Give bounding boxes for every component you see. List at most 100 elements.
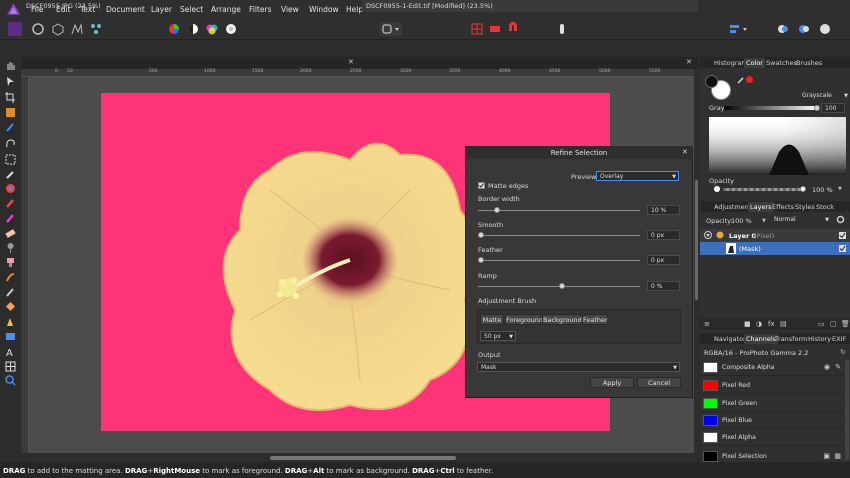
matte-edges-checkbox[interactable]: [478, 182, 485, 189]
sharpen-tool-icon[interactable]: [5, 301, 16, 312]
tab-close-icon[interactable]: ✕: [348, 58, 354, 66]
foreground-button[interactable]: Foreground: [505, 314, 543, 325]
tab-color[interactable]: Color: [744, 58, 765, 68]
delete-layer-icon[interactable]: 🗑: [841, 320, 850, 328]
gray-slider[interactable]: [724, 106, 818, 110]
add-adjustment-icon[interactable]: ◑: [756, 320, 762, 328]
layer-visibility-checkbox[interactable]: [839, 232, 846, 239]
add-mask-icon[interactable]: ■: [744, 320, 751, 328]
smooth-slider-knob[interactable]: [478, 232, 484, 238]
ramp-slider-knob[interactable]: [559, 283, 565, 289]
align-dropdown-icon[interactable]: [728, 22, 750, 36]
opacity-slider[interactable]: [723, 188, 805, 191]
feather-slider[interactable]: [478, 260, 640, 261]
blemish-removal-tool-icon[interactable]: [5, 272, 16, 283]
layer-opacity-value[interactable]: 100 %: [731, 217, 752, 225]
vertical-scroll-thumb[interactable]: [695, 180, 698, 300]
eye-icon[interactable]: ◉: [824, 363, 830, 371]
arrange-front-icon[interactable]: [797, 22, 811, 36]
add-fx-icon[interactable]: fx: [768, 320, 775, 328]
pen-tool-icon[interactable]: [5, 316, 16, 327]
tab-dscf0955-jpg[interactable]: DSCF0955.JPG (23.5%): [21, 0, 362, 12]
opacity-slider-knob[interactable]: [800, 186, 806, 192]
secondary-color-swatch[interactable]: [705, 75, 718, 88]
horizontal-scroll-thumb[interactable]: [270, 456, 456, 460]
tab-dscf0955-edit-tif[interactable]: DSCF0955-1-Edit.tif [Modified] (23.5%): [362, 0, 698, 12]
channels-scrollbar[interactable]: [845, 360, 849, 460]
add-pixel-layer-icon[interactable]: ▢: [830, 320, 837, 328]
tab-exif[interactable]: EXIF: [830, 334, 848, 344]
channel-row[interactable]: Pixel Blue: [700, 412, 844, 429]
gray-value[interactable]: 100: [821, 103, 845, 113]
guides-toggle-icon[interactable]: [488, 22, 502, 36]
channel-row[interactable]: Pixel Red: [700, 377, 844, 394]
output-select[interactable]: Mask ▼: [477, 362, 680, 372]
flood-select-tool-icon[interactable]: [5, 122, 16, 133]
channel-row[interactable]: Pixel Alpha: [700, 429, 844, 446]
cancel-button[interactable]: Cancel: [637, 377, 681, 388]
apply-button[interactable]: Apply: [590, 377, 634, 388]
paint-brush-tool-icon[interactable]: [5, 198, 16, 209]
tab-stock[interactable]: Stock: [814, 202, 836, 212]
tab-brushes[interactable]: Brushes: [794, 58, 824, 68]
edit-pencil-icon[interactable]: ✎: [835, 363, 841, 371]
tab-close-icon[interactable]: ✕: [686, 58, 692, 66]
arrange-back-icon[interactable]: [776, 22, 790, 36]
photo-persona-icon[interactable]: [8, 22, 22, 36]
opacity-value[interactable]: 100 %: [812, 186, 833, 194]
feather-button[interactable]: Feather: [582, 314, 608, 325]
channel-row[interactable]: Pixel Green: [700, 395, 844, 412]
assistant-icon[interactable]: [555, 22, 569, 36]
gray-spectrum[interactable]: [709, 117, 846, 175]
snapping-magnet-icon[interactable]: [506, 22, 520, 36]
tab-transform[interactable]: Transform: [773, 334, 809, 344]
add-live-filter-icon[interactable]: ▤: [780, 320, 787, 328]
blend-mode-select[interactable]: Normal ▼: [771, 215, 831, 225]
layer-stack-icon[interactable]: ≡: [704, 320, 710, 328]
border-width-value[interactable]: 10 %: [647, 205, 680, 215]
grid-toggle-icon[interactable]: [470, 22, 484, 36]
feather-slider-knob[interactable]: [478, 257, 484, 263]
freehand-select-tool-icon[interactable]: [5, 138, 16, 149]
artistic-text-tool-icon[interactable]: A: [5, 346, 16, 359]
color-replacement-tool-icon[interactable]: [5, 213, 16, 224]
clone-tool-icon[interactable]: [5, 257, 16, 268]
ramp-value[interactable]: 0 %: [647, 281, 680, 291]
mesh-warp-tool-icon[interactable]: [5, 361, 16, 372]
rectangular-marquee-tool-icon[interactable]: [5, 154, 16, 165]
zoom-tool-icon[interactable]: [5, 375, 16, 386]
gray-slider-knob[interactable]: [814, 105, 820, 111]
matte-button[interactable]: Matte: [480, 314, 504, 325]
auto-contrast-icon[interactable]: [186, 22, 200, 36]
color-mode-select[interactable]: Grayscale ▼: [799, 91, 848, 101]
chevron-down-icon[interactable]: ▼: [762, 218, 766, 224]
export-persona-icon[interactable]: [89, 22, 103, 36]
hand-tool-icon[interactable]: [5, 60, 16, 71]
color-picker-tool-icon[interactable]: [5, 169, 16, 180]
layer-settings-gear-icon[interactable]: [836, 215, 845, 224]
no-color-swatch[interactable]: [746, 76, 753, 83]
color-picker-icon[interactable]: [737, 76, 745, 86]
smudge-tool-icon[interactable]: [5, 287, 16, 298]
dialog-close-icon[interactable]: ✕: [682, 148, 688, 156]
auto-white-balance-icon[interactable]: [224, 22, 238, 36]
auto-colors-icon[interactable]: [205, 22, 219, 36]
tab-navigator[interactable]: Navigator: [712, 334, 748, 344]
brush-size-select[interactable]: 50 px ▼: [480, 331, 516, 341]
mask-visibility-checkbox[interactable]: [839, 245, 846, 252]
crop-tool-icon[interactable]: [5, 92, 16, 103]
develop-persona-icon[interactable]: [51, 22, 65, 36]
smooth-value[interactable]: 0 px: [647, 230, 680, 240]
selection-brush-tool-icon[interactable]: [5, 107, 16, 118]
preview-select[interactable]: Overlay ▼: [596, 171, 679, 181]
dodge-tool-icon[interactable]: [5, 242, 16, 253]
chevron-down-icon[interactable]: ▼: [838, 186, 842, 192]
selection-mode-dropdown[interactable]: [380, 22, 402, 36]
auto-levels-icon[interactable]: [167, 22, 181, 36]
erase-brush-tool-icon[interactable]: [5, 228, 16, 239]
expand-layer-icon[interactable]: [704, 231, 712, 239]
boolean-ops-icon[interactable]: [818, 22, 832, 36]
feather-value[interactable]: 0 px: [647, 255, 680, 265]
group-layers-icon[interactable]: ▭: [818, 320, 825, 328]
flood-fill-tool-icon[interactable]: [5, 183, 16, 194]
